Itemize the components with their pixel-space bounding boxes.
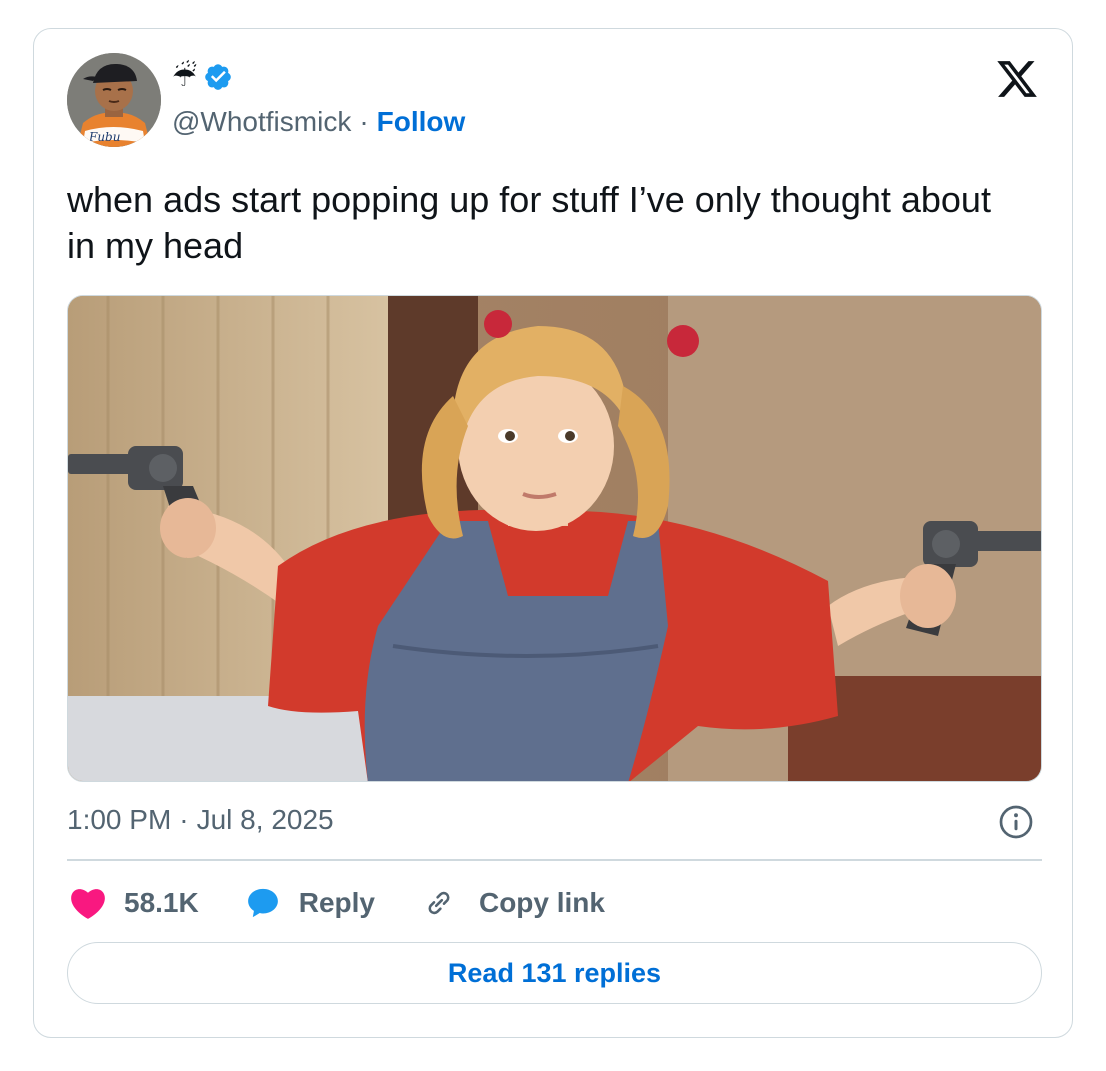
link-icon xyxy=(428,891,450,915)
avatar-shirt-text: Fubu xyxy=(88,130,120,144)
speech-bubble-icon xyxy=(247,888,278,918)
copy-link-label: Copy link xyxy=(478,887,605,918)
author-name-row: ☔ xyxy=(172,61,233,93)
divider xyxy=(67,859,1042,861)
tweet-timestamp[interactable]: 1:00 PM · Jul 8, 2025 xyxy=(67,803,334,837)
verified-badge-icon xyxy=(205,64,231,90)
author-handle[interactable]: @Whotfismick xyxy=(172,105,351,139)
like-button[interactable]: 58.1K xyxy=(70,886,199,920)
avatar[interactable]: Fubu xyxy=(67,53,161,147)
handle-separator: · xyxy=(359,106,369,137)
umbrella-emoji[interactable]: ☔ xyxy=(172,61,197,93)
tweet-actions: 58.1K Reply Copy link xyxy=(70,881,651,925)
tweet-date: Jul 8, 2025 xyxy=(196,804,334,835)
author-handle-row: @Whotfismick · Follow xyxy=(172,105,465,139)
tweet-text: when ads start popping up for stuff I’ve… xyxy=(67,179,991,266)
like-count: 58.1K xyxy=(124,887,199,918)
tweet-media-image[interactable] xyxy=(67,295,1042,782)
tweet-embed-card: Fubu ☔ @Whotfismick · Follow when ads st… xyxy=(33,28,1073,1038)
reply-button[interactable]: Reply xyxy=(245,886,375,920)
info-icon[interactable] xyxy=(998,804,1034,840)
x-logo-icon[interactable] xyxy=(994,57,1040,101)
timestamp-separator: · xyxy=(179,804,189,835)
heart-icon xyxy=(71,889,105,919)
read-replies-button[interactable]: Read 131 replies xyxy=(67,942,1042,1004)
follow-button[interactable]: Follow xyxy=(377,105,466,139)
reply-label: Reply xyxy=(298,887,375,918)
read-replies-label: Read 131 replies xyxy=(447,957,662,988)
tweet-time: 1:00 PM xyxy=(67,804,172,835)
copy-link-button[interactable]: Copy link xyxy=(421,886,605,920)
